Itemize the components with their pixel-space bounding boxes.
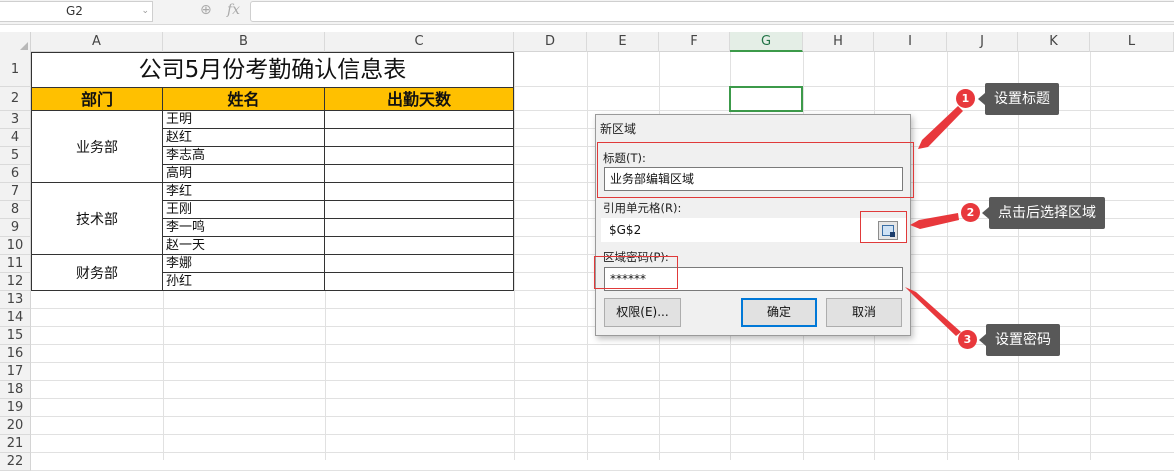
- name-box[interactable]: G2 ⌄: [0, 1, 153, 22]
- annotation-badge-3: 3: [958, 330, 977, 349]
- row-header-17[interactable]: 17: [0, 363, 31, 381]
- grid-row-line: [31, 452, 1174, 453]
- zoom-icon[interactable]: ⊕: [200, 2, 216, 20]
- department-cell[interactable]: 技术部: [31, 183, 163, 255]
- attendance-days-cell[interactable]: [325, 201, 514, 219]
- row-header-6[interactable]: 6: [0, 165, 31, 183]
- row-header-18[interactable]: 18: [0, 381, 31, 399]
- row-header-21[interactable]: 21: [0, 435, 31, 453]
- attendance-days-cell[interactable]: [325, 219, 514, 237]
- row-header-16[interactable]: 16: [0, 345, 31, 363]
- ref-cells-label: 引用单元格(R):: [603, 201, 682, 215]
- chevron-down-icon[interactable]: ⌄: [141, 2, 149, 21]
- attendance-days-cell[interactable]: [325, 183, 514, 201]
- row-header-3[interactable]: 3: [0, 111, 31, 129]
- table-title[interactable]: 公司5月份考勤确认信息表: [31, 52, 514, 87]
- column-header-g[interactable]: G: [730, 32, 803, 52]
- staff-name-cell[interactable]: 王明: [163, 111, 325, 129]
- row-header-4[interactable]: 4: [0, 129, 31, 147]
- highlight-password-box: [594, 256, 678, 289]
- header-department[interactable]: 部门: [31, 87, 163, 111]
- dialog-title: 新区域: [600, 122, 637, 136]
- attendance-days-cell[interactable]: [325, 255, 514, 273]
- row-header-19[interactable]: 19: [0, 399, 31, 417]
- header-attendance-days[interactable]: 出勤天数: [325, 87, 514, 111]
- annotation-badge-2: 2: [961, 203, 980, 222]
- row-header-9[interactable]: 9: [0, 219, 31, 237]
- column-header-i[interactable]: I: [874, 32, 947, 52]
- ok-button[interactable]: 确定: [741, 298, 817, 327]
- grid-row-line: [31, 416, 1174, 417]
- column-header-d[interactable]: D: [514, 32, 587, 52]
- staff-name-cell[interactable]: 李娜: [163, 255, 325, 273]
- column-header-a[interactable]: A: [31, 32, 163, 52]
- grid-row-line: [31, 398, 1174, 399]
- column-header-b[interactable]: B: [163, 32, 325, 52]
- staff-name-cell[interactable]: 王刚: [163, 201, 325, 219]
- fx-icon[interactable]: fx: [227, 2, 240, 18]
- staff-name-cell[interactable]: 赵红: [163, 129, 325, 147]
- row-header-2[interactable]: 2: [0, 87, 31, 111]
- name-box-value: G2: [66, 4, 83, 18]
- row-header-1[interactable]: 1: [0, 52, 31, 87]
- column-header-l[interactable]: L: [1090, 32, 1174, 52]
- row-header-12[interactable]: 12: [0, 273, 31, 291]
- cancel-button[interactable]: 取消: [826, 298, 902, 327]
- select-all-triangle-icon: [20, 42, 28, 50]
- formula-input[interactable]: [250, 1, 1174, 22]
- row-header-11[interactable]: 11: [0, 255, 31, 273]
- select-all-corner[interactable]: [0, 32, 31, 52]
- row-header-22[interactable]: 22: [0, 453, 31, 471]
- column-header-k[interactable]: K: [1018, 32, 1090, 52]
- row-header-20[interactable]: 20: [0, 417, 31, 435]
- attendance-days-cell[interactable]: [325, 129, 514, 147]
- highlight-range-button-box: [860, 211, 907, 243]
- selected-cell-g2[interactable]: [729, 86, 803, 112]
- staff-name-cell[interactable]: 赵一天: [163, 237, 325, 255]
- column-header-j[interactable]: J: [947, 32, 1018, 52]
- header-name[interactable]: 姓名: [163, 87, 325, 111]
- ref-cells-value: $G$2: [609, 223, 642, 237]
- attendance-days-cell[interactable]: [325, 273, 514, 291]
- staff-name-cell[interactable]: 李一鸣: [163, 219, 325, 237]
- department-cell[interactable]: 财务部: [31, 255, 163, 291]
- row-header-8[interactable]: 8: [0, 201, 31, 219]
- column-header-e[interactable]: E: [587, 32, 659, 52]
- row-header-13[interactable]: 13: [0, 291, 31, 309]
- staff-name-cell[interactable]: 李红: [163, 183, 325, 201]
- grid-row-line: [31, 362, 1174, 363]
- attendance-days-cell[interactable]: [325, 147, 514, 165]
- arrow-3: [905, 287, 961, 336]
- attendance-days-cell[interactable]: [325, 111, 514, 129]
- grid-row-line: [31, 434, 1174, 435]
- highlight-title-box: [597, 142, 914, 198]
- attendance-days-cell[interactable]: [325, 237, 514, 255]
- staff-name-cell[interactable]: 高明: [163, 165, 325, 183]
- arrow-2: [910, 213, 959, 229]
- row-header-5[interactable]: 5: [0, 147, 31, 165]
- grid-row-line: [31, 380, 1174, 381]
- attendance-days-cell[interactable]: [325, 165, 514, 183]
- department-cell[interactable]: 业务部: [31, 111, 163, 183]
- row-header-14[interactable]: 14: [0, 309, 31, 327]
- staff-name-cell[interactable]: 孙红: [163, 273, 325, 291]
- annotation-badge-1: 1: [956, 89, 975, 108]
- annotation-callout-3: 设置密码: [979, 324, 1060, 356]
- row-header-10[interactable]: 10: [0, 237, 31, 255]
- annotation-callout-1: 设置标题: [978, 83, 1059, 115]
- column-header-f[interactable]: F: [659, 32, 730, 52]
- formula-bar: G2 ⌄ ⊕ fx: [0, 0, 1174, 25]
- row-header-15[interactable]: 15: [0, 327, 31, 345]
- column-header-h[interactable]: H: [803, 32, 874, 52]
- annotation-callout-2: 点击后选择区域: [982, 197, 1105, 229]
- row-header-7[interactable]: 7: [0, 183, 31, 201]
- staff-name-cell[interactable]: 李志高: [163, 147, 325, 165]
- column-header-c[interactable]: C: [325, 32, 514, 52]
- permissions-button[interactable]: 权限(E)...: [604, 298, 681, 327]
